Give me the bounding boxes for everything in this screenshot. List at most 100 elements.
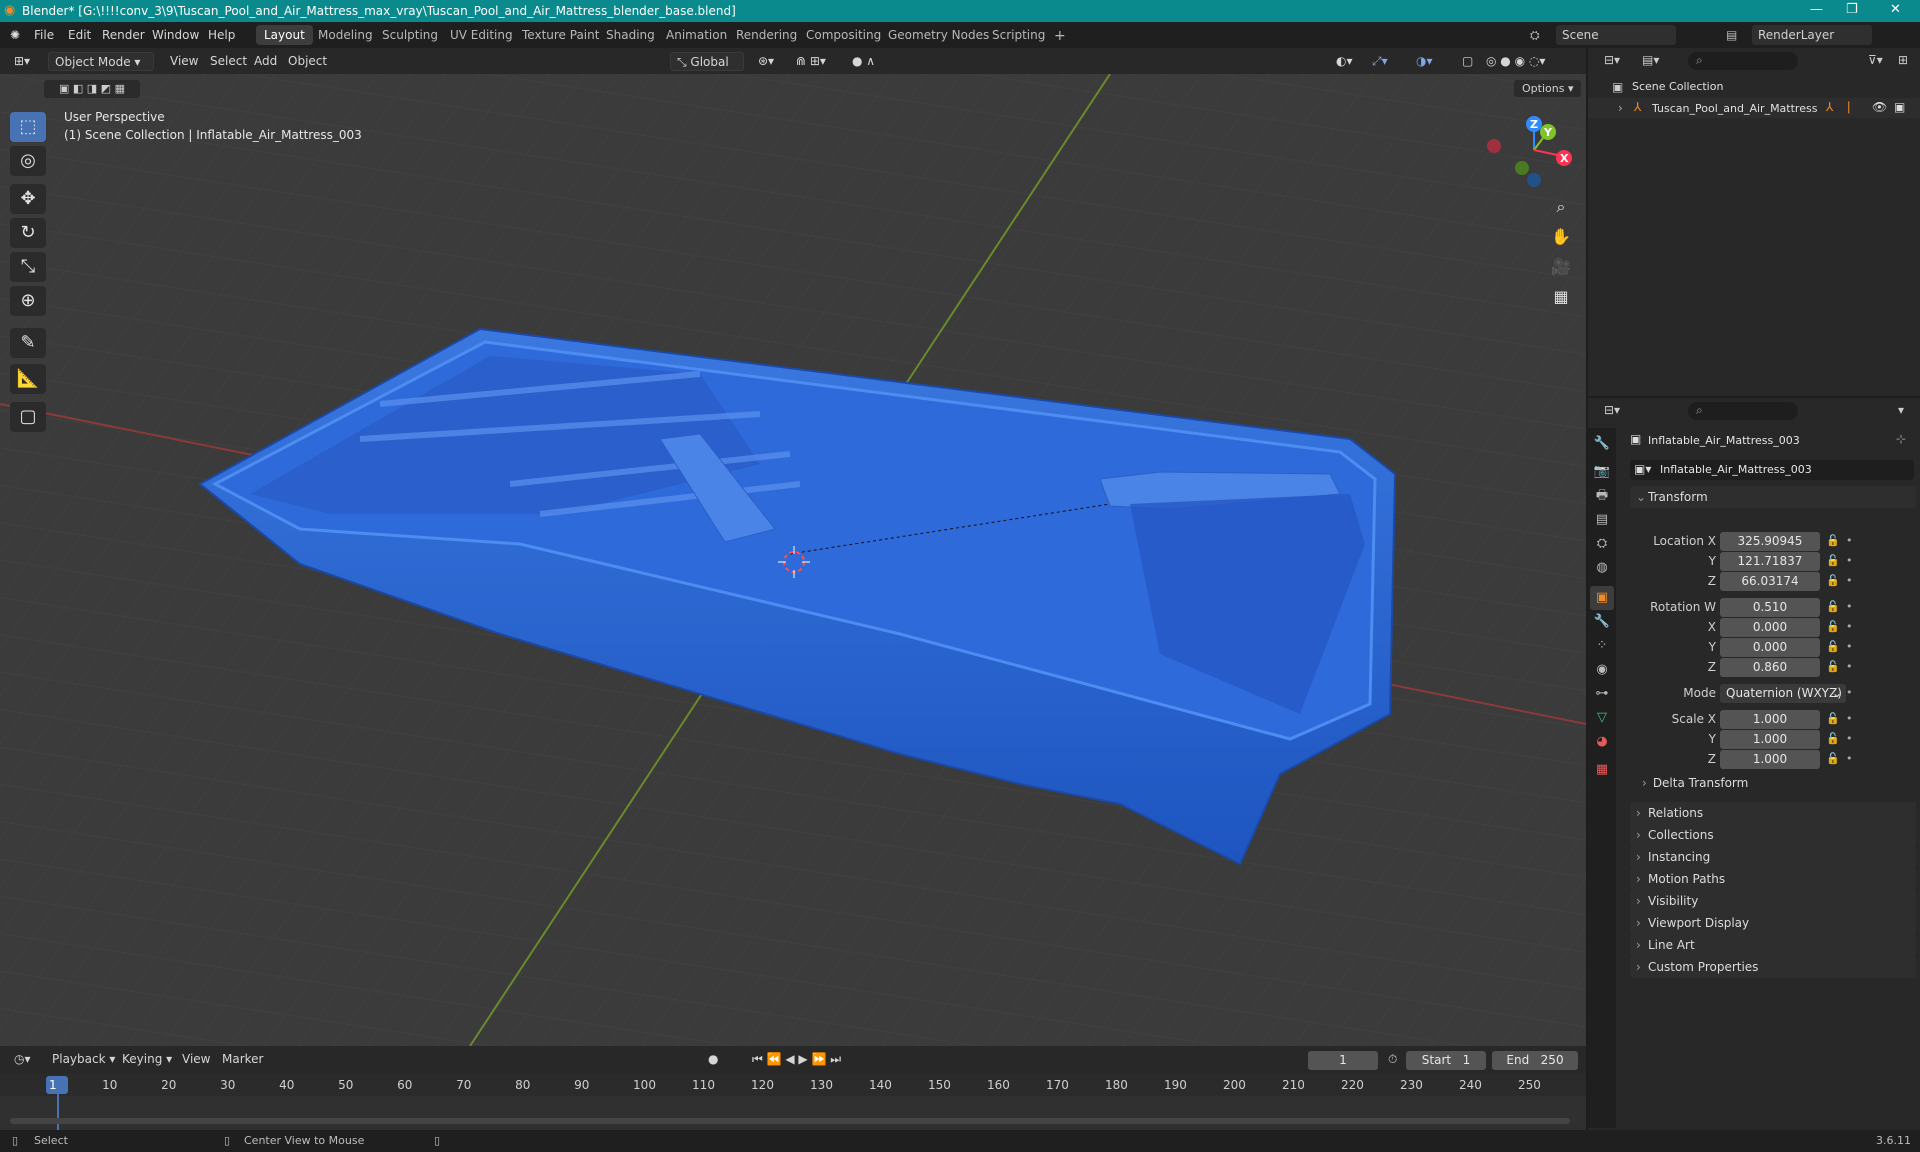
- proportional-edit-icon[interactable]: ● ∧: [846, 52, 881, 71]
- keyframe-dot-icon[interactable]: •: [1846, 712, 1853, 725]
- menu-render[interactable]: Render: [102, 28, 145, 42]
- tab-shading[interactable]: Shading: [598, 25, 663, 45]
- tab-texture-paint[interactable]: Texture Paint: [514, 25, 607, 45]
- render-camera-icon[interactable]: ▣: [1894, 100, 1905, 114]
- keyframe-dot-icon[interactable]: •: [1846, 534, 1853, 547]
- visibility-panel-header[interactable]: › Visibility: [1630, 890, 1916, 912]
- keyframe-dot-icon[interactable]: •: [1846, 600, 1853, 613]
- options-button[interactable]: Options ▾: [1514, 80, 1582, 97]
- lock-icon[interactable]: 🔓: [1826, 600, 1840, 613]
- scene-collection-label[interactable]: Scene Collection: [1632, 80, 1723, 93]
- pan-hand-icon[interactable]: ✋: [1548, 224, 1574, 250]
- keyframe-dot-icon[interactable]: •: [1846, 732, 1853, 745]
- collections-panel-header[interactable]: › Collections: [1630, 824, 1916, 846]
- tab-modeling[interactable]: Modeling: [310, 25, 381, 45]
- visibility-icon[interactable]: ◐▾: [1330, 52, 1359, 71]
- tab-compositing[interactable]: Compositing: [798, 25, 889, 45]
- keyframe-dot-icon[interactable]: •: [1846, 752, 1853, 765]
- location-z-field[interactable]: 66.03174: [1720, 572, 1820, 591]
- instancing-panel-header[interactable]: › Instancing: [1630, 846, 1916, 868]
- new-collection-icon[interactable]: ⊞: [1898, 53, 1908, 67]
- menu-window[interactable]: Window: [152, 28, 199, 42]
- tool-tab-icon[interactable]: 🔧: [1590, 432, 1614, 456]
- lock-icon[interactable]: 🔓: [1826, 574, 1840, 587]
- menu-edit[interactable]: Edit: [68, 28, 91, 42]
- motion-paths-panel-header[interactable]: › Motion Paths: [1630, 868, 1916, 890]
- viewport-display-panel-header[interactable]: › Viewport Display: [1630, 912, 1916, 934]
- keyframe-dot-icon[interactable]: •: [1846, 574, 1853, 587]
- tab-scripting[interactable]: Scripting: [984, 25, 1053, 45]
- menu-help[interactable]: Help: [208, 28, 235, 42]
- timeline-editor-icon[interactable]: ◷▾: [8, 1050, 37, 1069]
- scale-x-field[interactable]: 1.000: [1720, 710, 1820, 729]
- start-frame-field[interactable]: Start 1: [1406, 1051, 1486, 1070]
- object-datablock-field[interactable]: ▣▾ Inflatable_Air_Mattress_003: [1630, 460, 1914, 480]
- keyframe-dot-icon[interactable]: •: [1846, 620, 1853, 633]
- tab-layout[interactable]: Layout: [256, 25, 313, 45]
- snap-icon[interactable]: ⋒ ⊞▾: [790, 52, 832, 71]
- timeline-track[interactable]: 1 10 20 30 40 50 60 70 80 90 100 110 120 130 140 150 160…: [0, 1074, 1586, 1130]
- delta-transform-subpanel[interactable]: › Delta Transform: [1642, 776, 1912, 796]
- render-tab-icon[interactable]: 📷: [1590, 460, 1614, 484]
- lock-icon[interactable]: 🔓: [1826, 620, 1840, 633]
- eye-visibility-icon[interactable]: 👁: [1872, 100, 1887, 114]
- camera-view-icon[interactable]: 🎥: [1548, 254, 1574, 280]
- 3d-viewport[interactable]: Z Y X ▣ ◧ ◨ ◩ ▦ Options ▾ User Perspecti…: [0, 74, 1586, 1046]
- close-icon[interactable]: ✕: [1890, 2, 1901, 17]
- menu-add[interactable]: Add: [248, 52, 283, 71]
- editor-type-icon[interactable]: ⊞▾: [8, 52, 36, 71]
- transform-panel-header[interactable]: ⌄ Transform: [1630, 486, 1916, 508]
- keyframe-dot-icon[interactable]: •: [1846, 686, 1853, 699]
- outliner-row[interactable]: › ⅄ Tuscan_Pool_and_Air_Mattress ⅄ ⎹ 👁 ▣: [1588, 98, 1920, 118]
- menu-file[interactable]: File: [34, 28, 54, 42]
- outliner-search-input[interactable]: ⌕: [1688, 52, 1798, 70]
- lock-icon[interactable]: 🔓: [1826, 640, 1840, 653]
- xray-icon[interactable]: ▢: [1456, 52, 1479, 71]
- tab-rendering[interactable]: Rendering: [728, 25, 805, 45]
- orientation-selector[interactable]: ⤡ Global ▾: [670, 52, 744, 84]
- shading-modes-icon[interactable]: ◎ ● ◉ ◌▾: [1480, 52, 1551, 71]
- tab-animation[interactable]: Animation: [658, 25, 735, 45]
- cursor-tool-icon[interactable]: ◎: [10, 146, 46, 176]
- menu-keying[interactable]: Keying ▾: [116, 1050, 178, 1069]
- maximize-icon[interactable]: ❐: [1846, 2, 1858, 17]
- tab-sculpting[interactable]: Sculpting: [374, 25, 446, 45]
- pin-icon[interactable]: ⊹: [1896, 432, 1906, 446]
- gizmo-toggle-icon[interactable]: ⤢▾: [1366, 52, 1394, 71]
- rotation-x-field[interactable]: 0.000: [1720, 618, 1820, 637]
- lock-icon[interactable]: 🔓: [1826, 752, 1840, 765]
- object-tab-icon[interactable]: ▣: [1590, 586, 1614, 610]
- filter-icon[interactable]: ⊽▾: [1868, 53, 1883, 67]
- stopwatch-icon[interactable]: ⏱: [1388, 1052, 1397, 1067]
- rotation-z-field[interactable]: 0.860: [1720, 658, 1820, 677]
- outliner-item-label[interactable]: Tuscan_Pool_and_Air_Mattress: [1652, 102, 1817, 115]
- rotation-w-field[interactable]: 0.510: [1720, 598, 1820, 617]
- tab-uv-editing[interactable]: UV Editing: [442, 25, 521, 45]
- modifier-tab-icon[interactable]: 🔧: [1590, 610, 1614, 634]
- scene-selector[interactable]: Scene: [1556, 25, 1676, 45]
- select-box-tool-icon[interactable]: ⬚: [10, 112, 46, 142]
- scene-tab-icon[interactable]: ⛭: [1590, 532, 1614, 556]
- current-frame-field[interactable]: 1: [1308, 1051, 1378, 1070]
- scale-tool-icon[interactable]: ⤡: [10, 252, 46, 282]
- custom-properties-panel-header[interactable]: › Custom Properties: [1630, 956, 1916, 978]
- measure-tool-icon[interactable]: 📐: [10, 364, 46, 394]
- world-tab-icon[interactable]: ◍: [1590, 556, 1614, 580]
- lock-icon[interactable]: 🔓: [1826, 712, 1840, 725]
- transform-tool-icon[interactable]: ⊕: [10, 286, 46, 316]
- menu-playback[interactable]: Playback ▾: [46, 1050, 121, 1069]
- scale-z-field[interactable]: 1.000: [1720, 750, 1820, 769]
- move-tool-icon[interactable]: ✥: [10, 184, 46, 214]
- minimize-icon[interactable]: —: [1810, 2, 1823, 17]
- menu-marker[interactable]: Marker: [216, 1050, 269, 1069]
- scale-y-field[interactable]: 1.000: [1720, 730, 1820, 749]
- expand-arrow-icon[interactable]: ›: [1618, 101, 1623, 115]
- rotate-tool-icon[interactable]: ↻: [10, 218, 46, 248]
- menu-timeline-view[interactable]: View: [176, 1050, 216, 1069]
- add-cube-tool-icon[interactable]: ▢: [10, 402, 46, 432]
- constraints-tab-icon[interactable]: ⊶: [1590, 682, 1614, 706]
- view-layer-tab-icon[interactable]: ▤: [1590, 508, 1614, 532]
- properties-options-icon[interactable]: ▾: [1898, 403, 1904, 417]
- physics-tab-icon[interactable]: ◉: [1590, 658, 1614, 682]
- texture-tab-icon[interactable]: ▦: [1590, 758, 1614, 782]
